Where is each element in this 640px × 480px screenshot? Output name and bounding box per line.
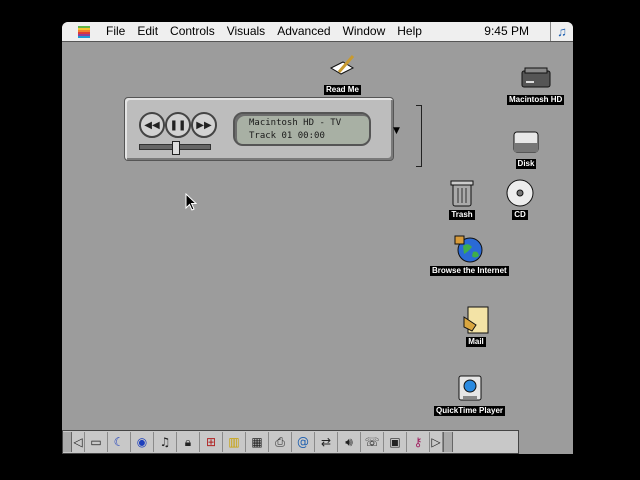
menu-visuals[interactable]: Visuals bbox=[221, 22, 271, 41]
desktop-icon-mail[interactable]: Mail bbox=[460, 304, 492, 347]
desktop-icon-label: Trash bbox=[449, 210, 475, 220]
desktop-icon-hard-disk[interactable]: Macintosh HD bbox=[507, 62, 565, 105]
display-line-1: Macintosh HD - TV bbox=[249, 118, 342, 128]
desktop-icon-disk[interactable]: Disk bbox=[510, 126, 542, 169]
menu-edit[interactable]: Edit bbox=[131, 22, 164, 41]
keychain-icon[interactable]: ⚷ bbox=[407, 432, 430, 452]
menu-advanced[interactable]: Advanced bbox=[271, 22, 336, 41]
desktop-icon-label: Browse the Internet bbox=[430, 266, 509, 276]
trash-icon bbox=[446, 177, 478, 209]
desktop-icon-label: Mail bbox=[466, 337, 486, 347]
pause-button[interactable]: ❚❚ bbox=[165, 112, 191, 138]
quicktime-icon bbox=[454, 373, 486, 405]
desktop-icon-label: CD bbox=[512, 210, 528, 220]
desktop-icon-label: Disk bbox=[515, 159, 537, 169]
music-player-window[interactable]: ◀◀ ❚❚ ▶▶ Macintosh HD - TV Track 01 00:0… bbox=[124, 97, 400, 161]
desktop-icon-label: Macintosh HD bbox=[507, 95, 565, 105]
colors-icon[interactable]: ▥ bbox=[223, 432, 246, 452]
desktop-icon-cd[interactable]: CD bbox=[504, 177, 536, 220]
menu-controls[interactable]: Controls bbox=[164, 22, 221, 41]
desktop-icon-quicktime-player[interactable]: QuickTime Player bbox=[434, 373, 505, 416]
cd-icon bbox=[504, 177, 536, 209]
volume-slider[interactable] bbox=[139, 141, 211, 155]
control-strip-arrow-right[interactable]: ▷ bbox=[430, 432, 443, 452]
desktop-icon-browse-internet[interactable]: Browse the Internet bbox=[430, 233, 509, 276]
desktop-icon-trash[interactable]: Trash bbox=[446, 177, 478, 220]
apple-menu-icon[interactable] bbox=[74, 25, 94, 39]
player-display: Macintosh HD - TV Track 01 00:00 bbox=[233, 112, 371, 146]
desktop-icon-label: QuickTime Player bbox=[434, 406, 505, 416]
mouse-cursor-icon bbox=[185, 193, 197, 211]
desktop-screen: File Edit Controls Visuals Advanced Wind… bbox=[62, 22, 573, 454]
control-strip-tab-left[interactable] bbox=[63, 432, 72, 452]
printer-icon[interactable]: ⎙ bbox=[269, 432, 292, 452]
document-pen-icon bbox=[326, 52, 358, 84]
application-menu[interactable]: ♫ bbox=[550, 22, 573, 41]
network-icon[interactable]: ⊞ bbox=[200, 432, 223, 452]
display-line-2: Track 01 00:00 bbox=[249, 131, 325, 141]
sleep-icon[interactable]: ☾ bbox=[108, 432, 131, 452]
grid-icon[interactable]: ▦ bbox=[246, 432, 269, 452]
control-strip-arrow-left[interactable]: ◁ bbox=[72, 432, 85, 452]
menu-help[interactable]: Help bbox=[391, 22, 428, 41]
file-sharing-icon[interactable]: ⇄ bbox=[315, 432, 338, 452]
menu-clock[interactable]: 9:45 PM bbox=[484, 22, 529, 41]
player-menu-icon[interactable]: ▼ bbox=[393, 126, 401, 138]
monitor-icon[interactable]: ▭ bbox=[85, 432, 108, 452]
menu-file[interactable]: File bbox=[100, 22, 131, 41]
sound-icon[interactable]: 🔊︎ bbox=[338, 432, 361, 452]
internet-icon[interactable]: @ bbox=[292, 432, 315, 452]
menu-bar: File Edit Controls Visuals Advanced Wind… bbox=[62, 22, 573, 42]
hard-disk-icon bbox=[520, 62, 552, 94]
desktop-icon-text-file[interactable]: Read Me bbox=[324, 52, 361, 95]
music-note-icon: ♫ bbox=[557, 24, 567, 39]
fast-forward-button[interactable]: ▶▶ bbox=[191, 112, 217, 138]
music-icon[interactable]: ♫ bbox=[154, 432, 177, 452]
disk-icon bbox=[510, 126, 542, 158]
speech-icon[interactable]: ☏ bbox=[361, 432, 384, 452]
cd-icon[interactable]: ◉ bbox=[131, 432, 154, 452]
mail-icon bbox=[460, 304, 492, 336]
control-strip-tab-right[interactable] bbox=[443, 432, 453, 452]
control-strip: ◁ ▭ ☾ ◉ ♫ 🔒︎ ⊞ ▥ ▦ ⎙ @ ⇄ 🔊︎ ☏ ▣ ⚷ ▷ bbox=[62, 430, 519, 454]
remote-icon[interactable]: ▣ bbox=[384, 432, 407, 452]
desktop-icon-label: Read Me bbox=[324, 85, 361, 95]
window-edge bbox=[416, 105, 422, 167]
menu-window[interactable]: Window bbox=[337, 22, 392, 41]
rewind-button[interactable]: ◀◀ bbox=[139, 112, 165, 138]
globe-icon bbox=[453, 233, 485, 265]
lock-icon[interactable]: 🔒︎ bbox=[177, 432, 200, 452]
volume-knob[interactable] bbox=[172, 141, 180, 155]
